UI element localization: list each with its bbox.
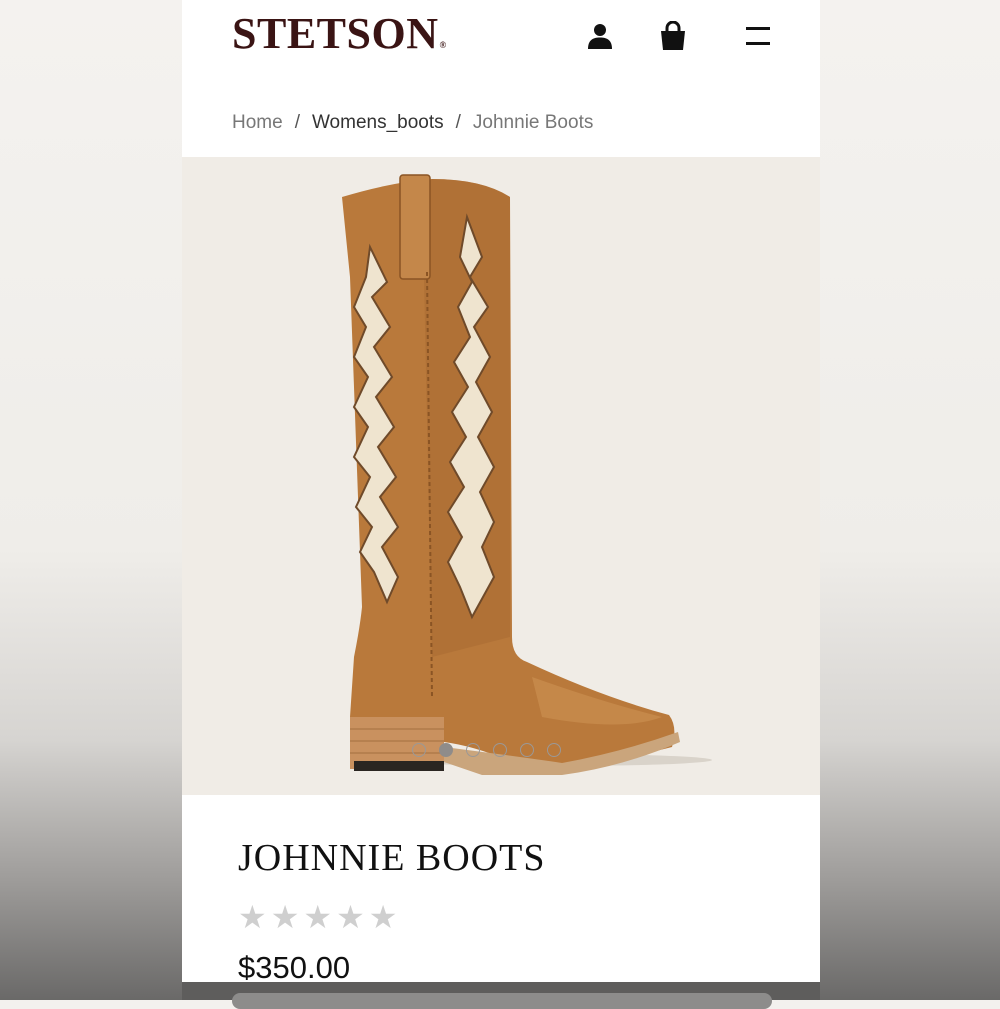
carousel-dot[interactable]: [493, 743, 507, 757]
breadcrumb-home[interactable]: Home: [232, 112, 283, 134]
star-icon: ★: [336, 899, 365, 935]
account-button[interactable]: [582, 18, 618, 54]
star-icon: ★: [368, 899, 398, 935]
stetson-logo[interactable]: STETSON®: [232, 8, 447, 59]
breadcrumb-separator: /: [294, 112, 300, 133]
menu-icon: [746, 27, 770, 45]
background-left: [0, 0, 182, 1000]
logo-text: STETSON: [232, 9, 439, 58]
site-header: STETSON®: [182, 0, 820, 80]
boot-pull-strap: [399, 174, 431, 280]
star-icon: ★: [238, 899, 267, 935]
product-image: [342, 174, 712, 775]
registered-mark: ®: [439, 40, 447, 50]
product-price: $350.00: [238, 950, 351, 982]
address-bar[interactable]: [232, 993, 772, 1009]
menu-button[interactable]: [740, 18, 776, 54]
star-icon: ★: [270, 899, 300, 935]
product-title: JOHNNIE BOOTS: [238, 837, 546, 879]
rating-stars[interactable]: ★ ★ ★ ★ ★: [238, 898, 397, 936]
carousel-dot[interactable]: [466, 743, 480, 757]
background-right: [820, 0, 1000, 1000]
breadcrumb-current: Johnnie Boots: [472, 112, 594, 133]
boot-toe-highlight: [532, 677, 662, 725]
carousel-indicators: [412, 743, 561, 757]
breadcrumb-separator: /: [455, 112, 461, 133]
mobile-page: STETSON® Home / Womens_boots / Johnnie B…: [182, 0, 820, 982]
product-image-carousel[interactable]: [182, 157, 820, 795]
carousel-dot[interactable]: [412, 743, 426, 757]
carousel-dot[interactable]: [547, 743, 561, 757]
shopping-bag-icon: [661, 21, 685, 50]
star-icon: ★: [303, 899, 333, 935]
breadcrumb: Home / Womens_boots / Johnnie Boots: [232, 112, 593, 134]
carousel-dot-active[interactable]: [439, 743, 453, 757]
account-icon: [588, 24, 612, 49]
boot-heel-cap: [354, 761, 444, 771]
cart-button[interactable]: [655, 18, 691, 54]
carousel-dot[interactable]: [520, 743, 534, 757]
browser-bottom-bar: [182, 982, 820, 1009]
breadcrumb-womens-boots[interactable]: Womens_boots: [312, 112, 444, 134]
